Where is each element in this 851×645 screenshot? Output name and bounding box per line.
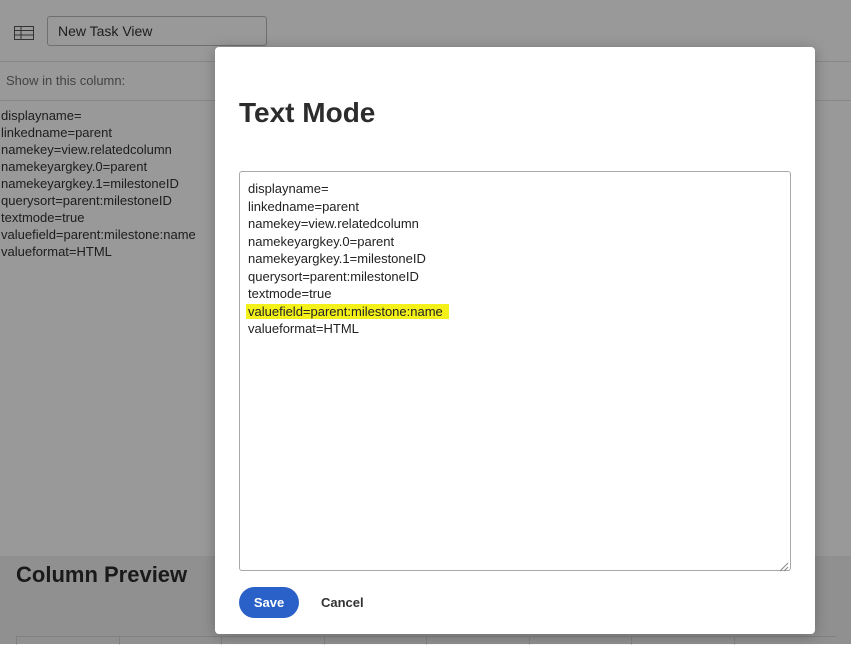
text-mode-dialog: Text Mode displayname= linkedname=parent…	[215, 47, 815, 634]
editor-line: namekeyargkey.1=milestoneID	[248, 251, 426, 266]
dialog-title: Text Mode	[239, 97, 376, 128]
editor-line: textmode=true	[248, 286, 332, 301]
save-button[interactable]: Save	[239, 587, 299, 618]
resize-handle-icon[interactable]	[779, 559, 789, 572]
editor-line: namekeyargkey.0=parent	[248, 233, 395, 249]
highlight-mark: valuefield=parent:milestone:name	[246, 303, 449, 319]
text-mode-editor[interactable]: displayname= linkedname=parent namekey=v…	[239, 171, 791, 572]
editor-line: displayname=	[248, 181, 329, 196]
cancel-button[interactable]: Cancel	[315, 587, 370, 618]
editor-line: linkedname=parent	[248, 198, 359, 214]
editor-line: valueformat=HTML	[248, 321, 359, 336]
editor-line-highlighted: valuefield=parent:milestone:name	[246, 303, 782, 321]
editor-line: querysort=parent:milestoneID	[248, 268, 419, 284]
editor-line: namekey=view.relatedcolumn	[248, 216, 419, 231]
